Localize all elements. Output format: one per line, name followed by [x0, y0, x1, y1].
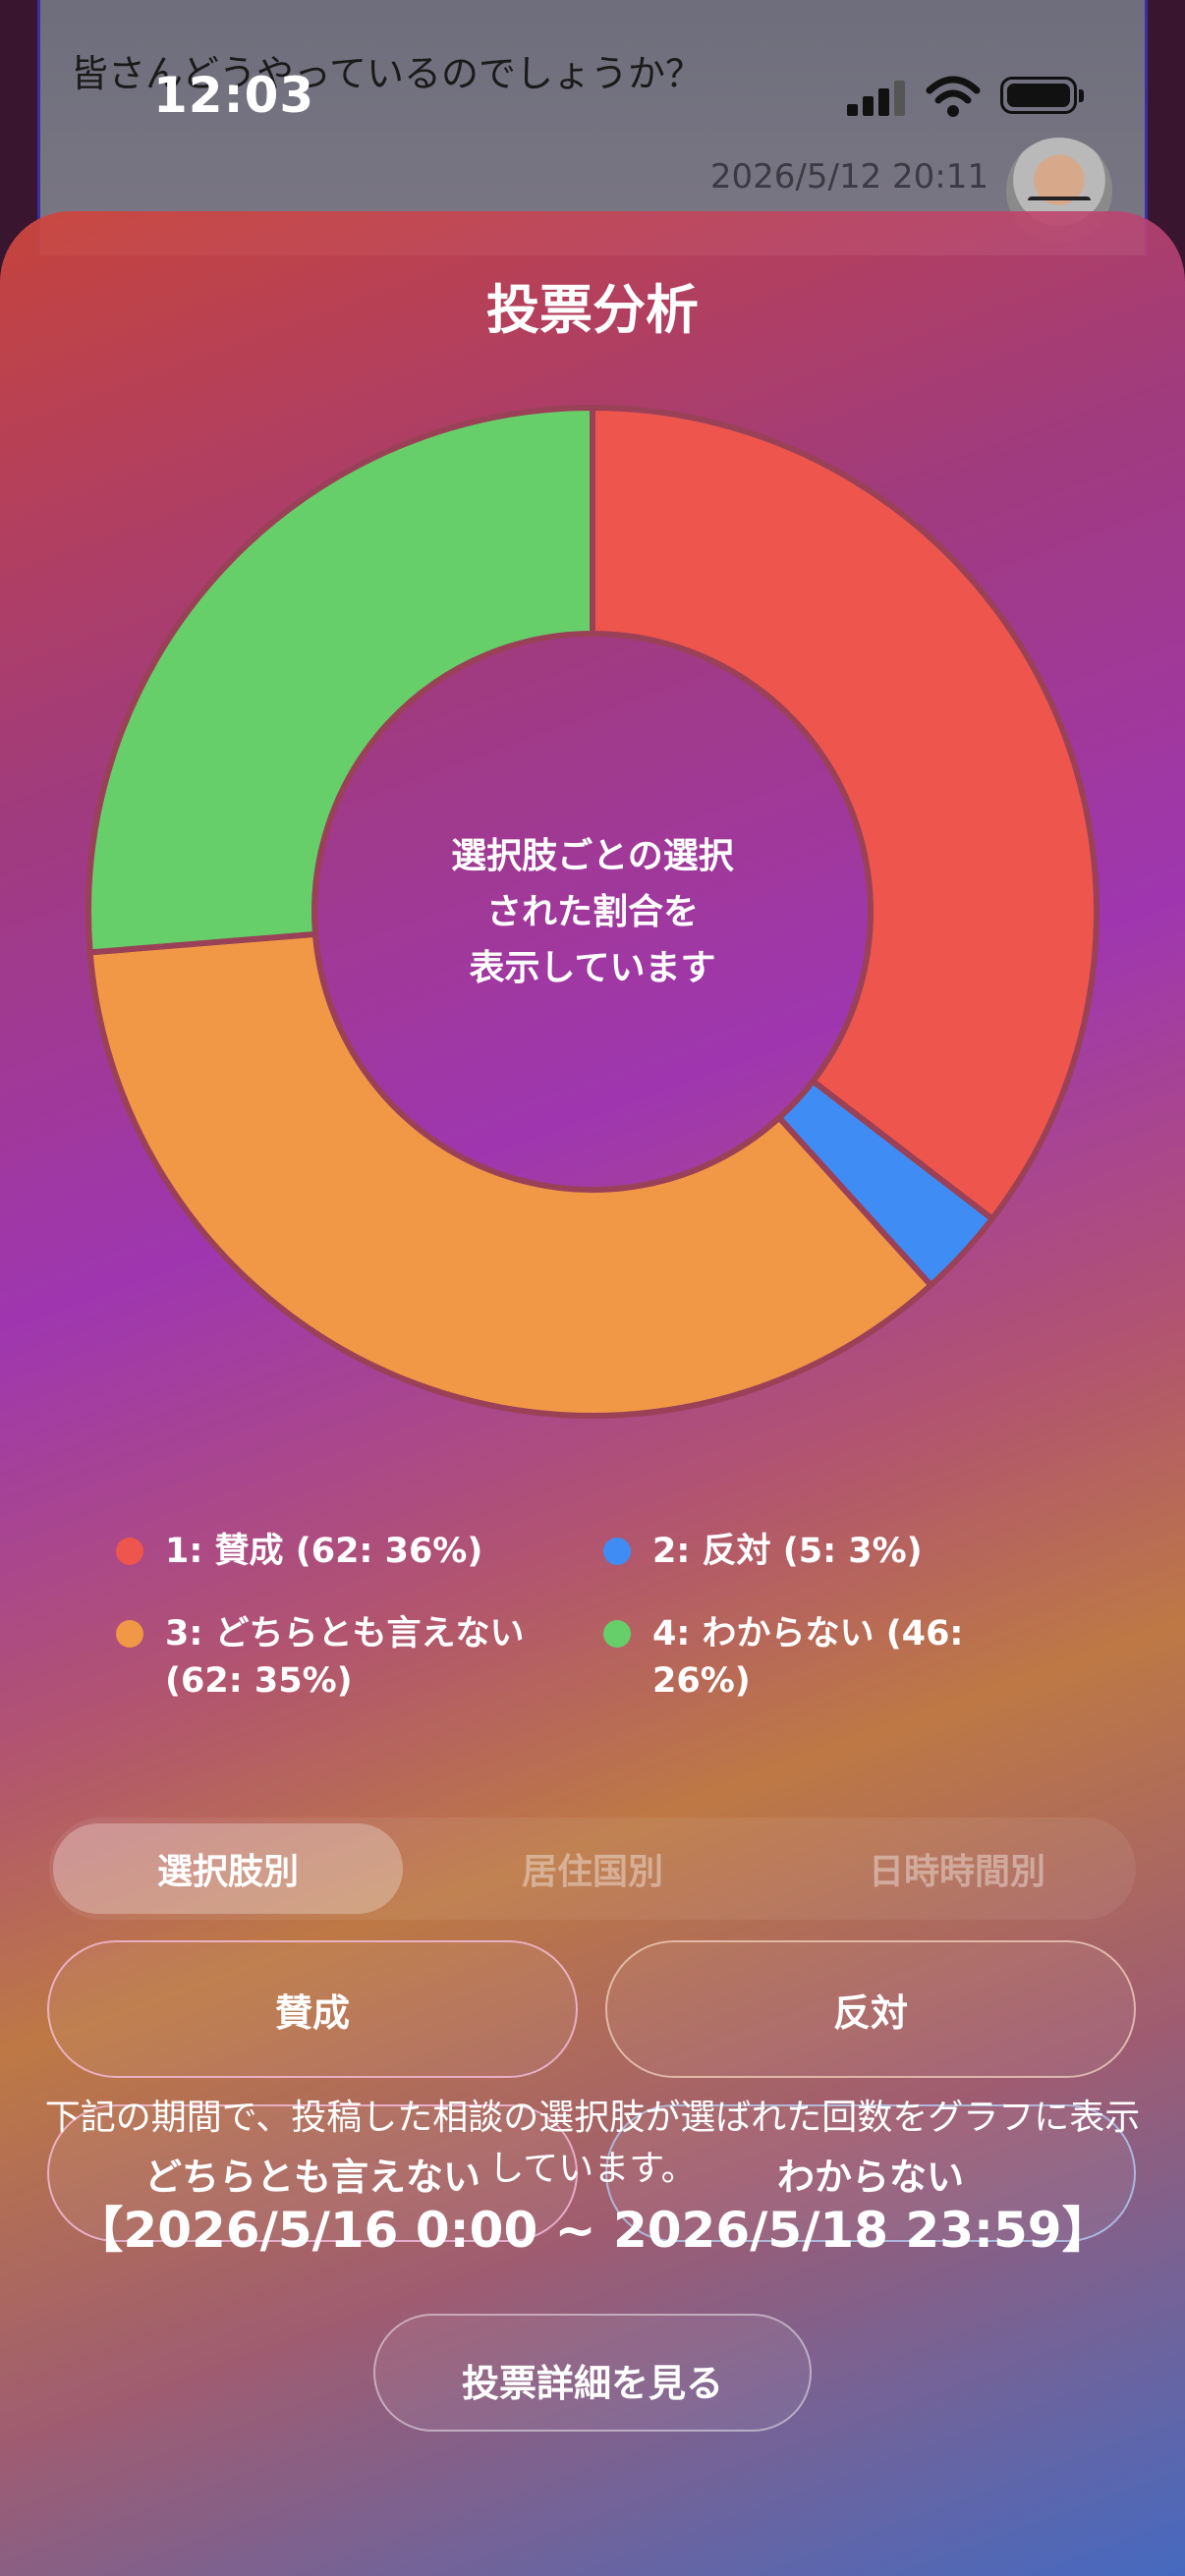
legend-label-4: 4: わからない (46: 26%): [652, 1614, 964, 1701]
legend-dot-3: [116, 1620, 143, 1648]
status-time: 12:03: [153, 67, 315, 124]
view-vote-details-button[interactable]: 投票詳細を見る: [373, 2314, 812, 2432]
legend-item-3: 3: どちらとも言えない (62: 35%): [116, 1610, 548, 1705]
vote-analysis-sheet: 投票分析 選択肢ごとの選択 された割合を 表示しています 1: 賛成 (62: …: [0, 211, 1185, 2576]
donut-slice-agree: [590, 404, 1100, 1223]
choice-button-agree[interactable]: 賛成: [47, 1940, 578, 2078]
battery-icon: [1000, 77, 1084, 114]
choice-button-disagree[interactable]: 反対: [605, 1940, 1136, 2078]
legend-item-4: 4: わからない (46: 26%): [603, 1610, 977, 1705]
donut-slice-unknown: [85, 404, 595, 956]
sheet-title: 投票分析: [486, 279, 699, 341]
period-description: 下記の期間で、投稿した相談の選択肢が選ばれた回数をグラフに表示しています。: [44, 2098, 1141, 2189]
donut-chart-svg: [85, 404, 1100, 1419]
period-range: 【2026/5/16 0:00 ~ 2026/5/18 23:59】: [74, 2202, 1111, 2259]
donut-slice-neutral: [86, 930, 935, 1419]
legend-item-2: 2: 反対 (5: 3%): [603, 1528, 1016, 1575]
legend-label-3: 3: どちらとも言えない (62: 35%): [165, 1614, 525, 1701]
tab-by-country[interactable]: 居住国別: [418, 1823, 767, 1914]
legend-dot-2: [603, 1538, 631, 1565]
analysis-tab-bar: 選択肢別 居住国別 日時時間別: [49, 1818, 1136, 1920]
legend-label-2: 2: 反対 (5: 3%): [652, 1532, 923, 1571]
legend-label-1: 1: 賛成 (62: 36%): [165, 1532, 483, 1571]
background-post-timestamp: 2026/5/12 20:11: [709, 157, 988, 196]
donut-chart: 選択肢ごとの選択 された割合を 表示しています: [79, 398, 1106, 1426]
legend-dot-4: [603, 1620, 631, 1648]
legend-item-1: 1: 賛成 (62: 36%): [116, 1528, 588, 1575]
cellular-signal-icon: [847, 79, 908, 116]
tab-by-datetime[interactable]: 日時時間別: [782, 1823, 1132, 1914]
wifi-icon: [926, 76, 981, 117]
legend-dot-1: [116, 1538, 143, 1565]
tab-by-choice[interactable]: 選択肢別: [53, 1823, 403, 1914]
